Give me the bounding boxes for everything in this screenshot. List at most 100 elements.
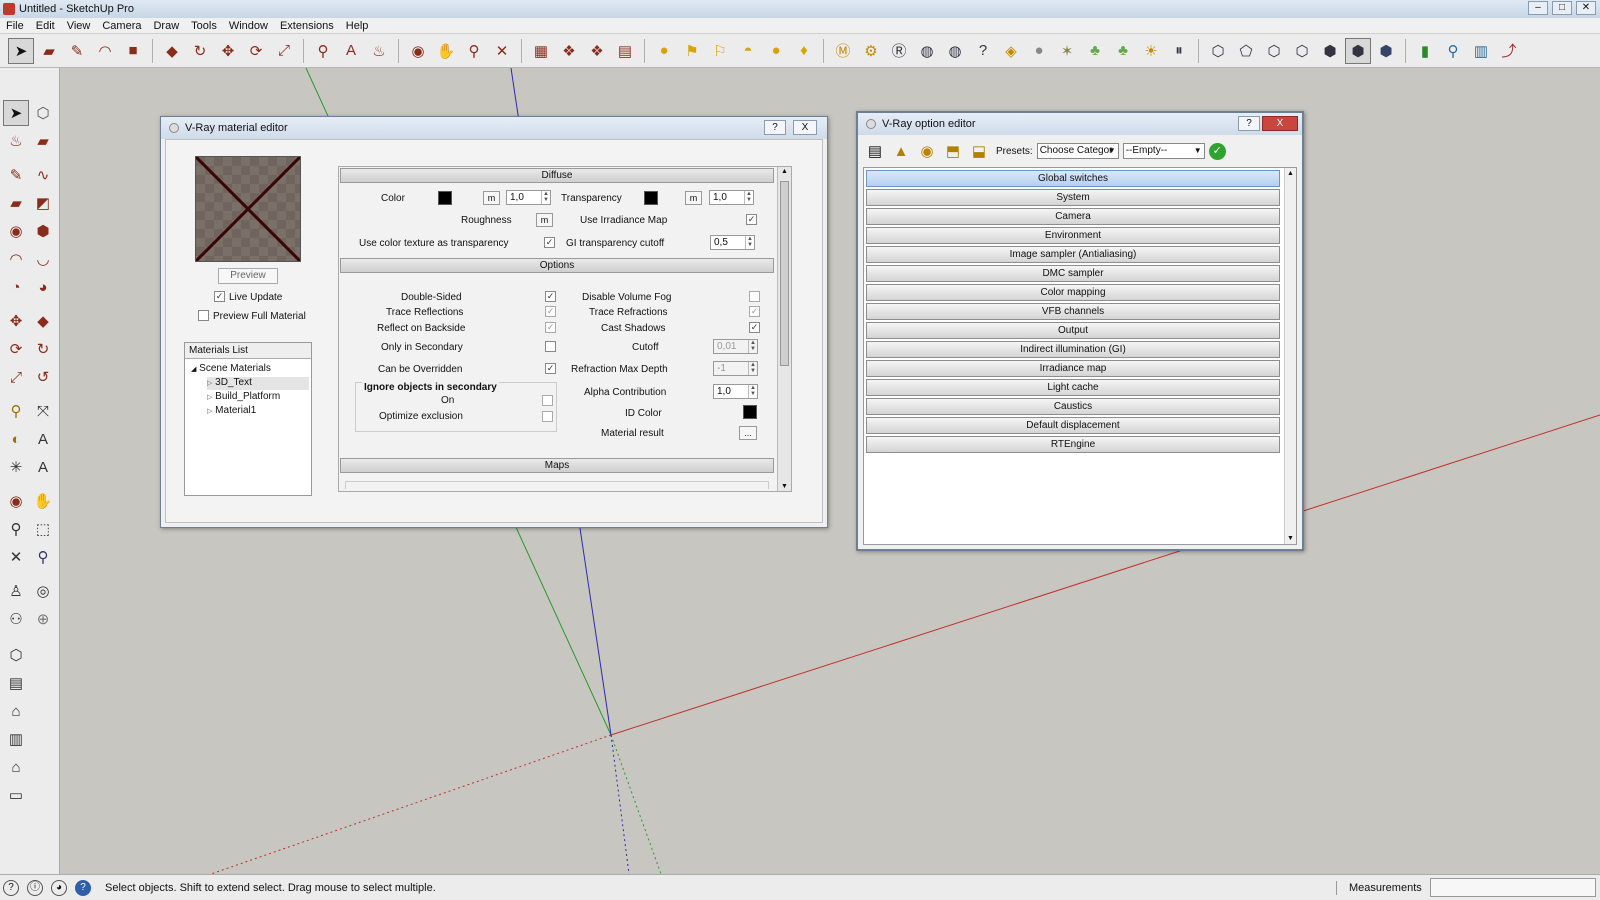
iso-view-icon[interactable]: ⬡ (3, 642, 29, 668)
only-in-secondary-checkbox[interactable] (545, 341, 556, 352)
zoom-tool-icon[interactable]: ⚲ (3, 516, 29, 542)
dimension-icon[interactable]: ⤧ (30, 398, 56, 424)
transparency-color-swatch[interactable] (644, 191, 658, 205)
spinner-arrows-icon[interactable]: ▲ ▼ (748, 340, 757, 353)
vray-rt-icon[interactable]: ◍ (914, 38, 940, 64)
preview-full-material-checkbox[interactable] (198, 310, 209, 321)
two-point-arc-icon[interactable]: ◡ (30, 246, 56, 272)
left-view-icon[interactable]: ▭ (3, 782, 29, 808)
settings-scrollbar[interactable]: ▲ ▼ (777, 167, 791, 491)
vray-fur-icon[interactable]: ✶ (1054, 38, 1080, 64)
rotate-tool-icon[interactable]: ⟳ (243, 38, 269, 64)
warehouse-icon[interactable]: ▦ (528, 38, 554, 64)
spinner-arrows-icon[interactable]: ▲ ▼ (541, 191, 550, 204)
instructor-help-icon[interactable]: ? (75, 879, 91, 896)
vray-light-ies-icon[interactable]: ♦ (791, 38, 817, 64)
vray-light-sphere-icon[interactable]: ● (651, 38, 677, 64)
vray-light-omni-icon[interactable]: ● (763, 38, 789, 64)
rect-icon[interactable]: ▰ (3, 190, 29, 216)
select-arrow-icon[interactable]: ➤ (3, 100, 29, 126)
roughness-map-button[interactable]: m (536, 213, 553, 227)
pan-tool-icon[interactable]: ✋ (30, 488, 56, 514)
extension-warehouse-icon[interactable]: ❖ (584, 38, 610, 64)
rollout-indirect-illumination[interactable]: Indirect illumination (GI) (866, 341, 1280, 358)
circle-icon[interactable]: ◉ (3, 218, 29, 244)
tape-measure-icon[interactable]: ⚲ (310, 38, 336, 64)
rollout-vfb-channels[interactable]: VFB channels (866, 303, 1280, 320)
spinner-arrows-icon[interactable]: ▲ ▼ (748, 362, 757, 375)
menu-draw[interactable]: Draw (153, 20, 179, 32)
color-multiplier-field[interactable]: 1,0 ▲ ▼ (506, 190, 551, 205)
open-options-icon[interactable]: ▲ (890, 143, 912, 160)
maximize-button[interactable]: □ (1552, 1, 1572, 15)
view-top-icon[interactable]: ⬠ (1233, 38, 1259, 64)
rollout-light-cache[interactable]: Light cache (866, 379, 1280, 396)
tree-item-build-platform[interactable]: ▷ Build_Platform (207, 391, 280, 402)
zoom-extents-icon[interactable]: ✕ (489, 38, 515, 64)
make-component-icon[interactable]: ⬡ (30, 100, 56, 126)
eraser-icon[interactable]: ▰ (30, 128, 56, 154)
rollout-global-switches[interactable]: Global switches (866, 170, 1280, 187)
rollout-caustics[interactable]: Caustics (866, 398, 1280, 415)
scroll-down-icon[interactable]: ▼ (1287, 535, 1294, 542)
disable-volume-fog-checkbox[interactable] (749, 291, 760, 302)
material-result-button[interactable]: ... (739, 426, 757, 440)
rollout-irradiance-map[interactable]: Irradiance map (866, 360, 1280, 377)
3d-text-icon[interactable]: A (30, 454, 56, 480)
preview-button[interactable]: Preview (218, 268, 278, 284)
look-around-icon[interactable]: ◎ (30, 578, 56, 604)
style-wireframe-icon[interactable]: ⬡ (1289, 38, 1315, 64)
live-update-checkbox[interactable]: ✓ (214, 291, 225, 302)
refraction-max-depth-field[interactable]: -1 ▲ ▼ (713, 361, 758, 376)
rotate-icon[interactable]: ⟳ (3, 336, 29, 362)
back-view-icon[interactable]: ⌂ (3, 754, 29, 780)
material-editor-help-button[interactable]: ? (764, 120, 786, 135)
rollout-system[interactable]: System (866, 189, 1280, 206)
diffuse-section-header[interactable]: Diffuse (340, 168, 774, 183)
spinner-arrows-icon[interactable]: ▲ ▼ (745, 236, 754, 249)
close-window-button[interactable]: ✕ (1576, 1, 1596, 15)
vray-light-flag-icon[interactable]: ⚐ (707, 38, 733, 64)
maps-section-header[interactable]: Maps (340, 458, 774, 473)
rotated-rect-icon[interactable]: ◩ (30, 190, 56, 216)
push-pull-icon[interactable]: ◆ (159, 38, 185, 64)
paint-bucket-icon[interactable]: ♨ (366, 38, 392, 64)
pie-icon[interactable]: ◕ (30, 274, 56, 300)
user-account-icon[interactable]: ◕ (51, 879, 67, 896)
menu-view[interactable]: View (67, 20, 91, 32)
rollout-environment[interactable]: Environment (866, 227, 1280, 244)
right-view-icon[interactable]: ▥ (3, 726, 29, 752)
eraser-tool-icon[interactable]: ▰ (36, 38, 62, 64)
rollout-image-sampler[interactable]: Image sampler (Antialiasing) (866, 246, 1280, 263)
vray-option-icon[interactable]: ⚙ (858, 38, 884, 64)
trace-reflections-checkbox[interactable]: ✓ (545, 306, 556, 317)
view-iso-icon[interactable]: ⬡ (1205, 38, 1231, 64)
components-icon[interactable]: ❖ (556, 38, 582, 64)
vray-tag-icon[interactable]: ◈ (998, 38, 1024, 64)
terrain-icon[interactable]: ▥ (1468, 38, 1494, 64)
reflect-on-backside-checkbox[interactable]: ✓ (545, 322, 556, 333)
rollout-default-displacement[interactable]: Default displacement (866, 417, 1280, 434)
vray-help-icon[interactable]: ? (970, 38, 996, 64)
menu-file[interactable]: File (6, 20, 24, 32)
tree-expand-icon[interactable]: ▷ (207, 394, 212, 401)
menu-edit[interactable]: Edit (36, 20, 55, 32)
material-editor-close-button[interactable]: X (793, 120, 817, 135)
transparency-map-button[interactable]: m (685, 191, 702, 205)
polygon-icon[interactable]: ⬢ (30, 218, 56, 244)
rollout-rtengine[interactable]: RTEngine (866, 436, 1280, 453)
options-section-header[interactable]: Options (340, 258, 774, 273)
spinner-arrows-icon[interactable]: ▲ ▼ (744, 191, 753, 204)
can-be-overridden-checkbox[interactable]: ✓ (545, 363, 556, 374)
color-map-button[interactable]: m (483, 191, 500, 205)
select-tool-icon[interactable]: ➤ (8, 37, 34, 64)
scroll-down-icon[interactable]: ▼ (781, 483, 788, 490)
chevron-down-icon[interactable]: ▼ (1194, 144, 1202, 158)
apply-preset-icon[interactable]: ✓ (1208, 142, 1226, 160)
measurements-input[interactable] (1430, 878, 1596, 897)
rollouts-scrollbar[interactable]: ▲ ▼ (1284, 168, 1296, 544)
menu-help[interactable]: Help (346, 20, 369, 32)
zoom-window-icon[interactable]: ⬚ (30, 516, 56, 542)
gi-transparency-cutoff-field[interactable]: 0,5 ▲ ▼ (710, 235, 755, 250)
arc-tool-icon[interactable]: ◠ (92, 38, 118, 64)
